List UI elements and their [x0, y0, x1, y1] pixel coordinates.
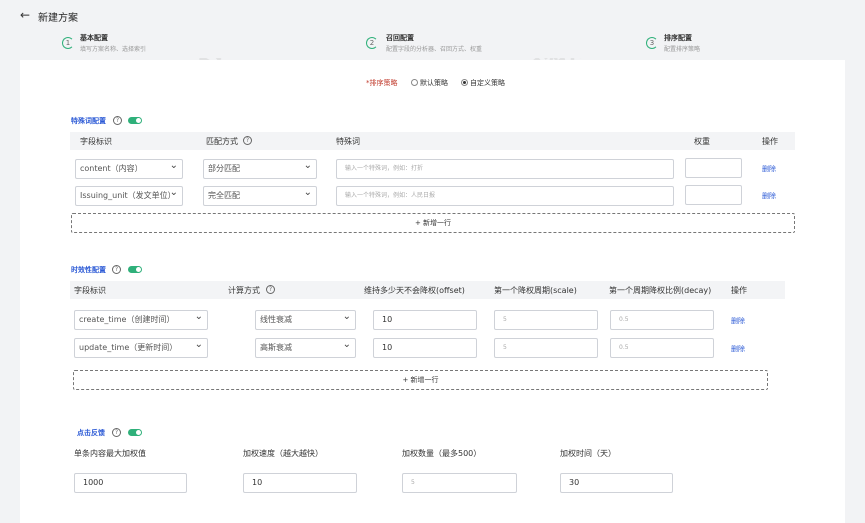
add-row-button[interactable]: + 新增一行 [73, 370, 768, 390]
step-1-sub: 填写方案名称、选择索引 [80, 46, 147, 53]
help-icon[interactable]: ? [112, 265, 121, 274]
help-icon[interactable]: ? [266, 285, 275, 294]
match-select[interactable]: 完全匹配 [203, 186, 317, 206]
step-3-number: 3 [646, 37, 658, 49]
count-input[interactable]: 5 [402, 473, 517, 493]
special-word-input[interactable]: 输入一个特殊词，例如：打折 [336, 159, 674, 179]
time-field-select[interactable]: update_time（更新时间） [74, 338, 208, 358]
special-toggle[interactable] [128, 117, 142, 124]
step-2-number: 2 [366, 37, 378, 49]
help-icon[interactable]: ? [113, 116, 122, 125]
col-op: 操作 [762, 137, 778, 146]
col-field: 字段标识 [80, 137, 112, 146]
special-table-header [70, 132, 795, 150]
strategy-custom-label[interactable]: 自定义策略 [470, 78, 505, 88]
delete-link[interactable]: 删除 [762, 164, 776, 174]
special-word-input[interactable]: 输入一个特殊词，例如：人民日报 [336, 186, 674, 206]
time-section-title: 时效性配置 [71, 266, 106, 274]
label-count: 加权数量（最多500） [402, 449, 482, 458]
col-weight: 权重 [694, 137, 710, 146]
click-toggle[interactable] [128, 429, 142, 436]
max-weight-input[interactable]: 1000 [74, 473, 187, 493]
calc-select[interactable]: 高斯衰减 [255, 338, 356, 358]
weight-input[interactable] [685, 185, 742, 205]
help-icon[interactable]: ? [112, 428, 121, 437]
col-scale: 第一个降权周期(scale) [494, 286, 577, 295]
match-select[interactable]: 部分匹配 [203, 159, 317, 179]
col-decay: 第一个周期降权比例(decay) [609, 286, 712, 295]
strategy-custom-radio[interactable] [461, 79, 468, 86]
offset-input[interactable]: 10 [373, 338, 477, 358]
step-2-sub: 配置字段的分析器、召回方式、权重 [386, 46, 483, 53]
step-3-title: 排序配置 [664, 34, 692, 42]
label-time: 加权时间（天） [560, 449, 616, 458]
help-icon[interactable]: ? [243, 136, 252, 145]
scale-input[interactable]: 5 [494, 338, 598, 358]
speed-input[interactable]: 10 [243, 473, 357, 493]
time-input[interactable]: 30 [560, 473, 673, 493]
time-toggle[interactable] [128, 266, 142, 273]
strategy-label: *排序策略 [366, 79, 398, 87]
step-1-number: 1 [62, 37, 74, 49]
add-row-button[interactable]: + 新增一行 [71, 213, 795, 233]
click-section-title: 点击反馈 [77, 429, 105, 437]
label-speed: 加权速度（越大越快） [243, 449, 323, 458]
strategy-default-label[interactable]: 默认策略 [420, 78, 448, 88]
offset-input[interactable]: 10 [373, 310, 477, 330]
step-3-sub: 配置排序策略 [664, 46, 701, 53]
delete-link[interactable]: 删除 [762, 191, 776, 201]
label-max-weight: 单条内容最大加权值 [74, 449, 146, 458]
col-word: 特殊词 [336, 137, 360, 146]
col-op: 操作 [731, 286, 747, 295]
strategy-default-radio[interactable] [411, 79, 418, 86]
col-calc: 计算方式 [228, 286, 260, 295]
delete-link[interactable]: 删除 [731, 316, 745, 326]
time-field-select[interactable]: create_time（创建时间） [74, 310, 208, 330]
step-2-title: 召回配置 [386, 34, 414, 42]
field-select[interactable]: Issuing_unit（发文单位） [75, 186, 183, 206]
decay-input[interactable]: 0.5 [610, 338, 714, 358]
scale-input[interactable]: 5 [494, 310, 598, 330]
decay-input[interactable]: 0.5 [610, 310, 714, 330]
special-section-title: 特殊词配置 [71, 117, 106, 125]
col-match: 匹配方式 [206, 137, 238, 146]
step-1-title: 基本配置 [80, 34, 108, 42]
arrow-left-icon[interactable]: ← [20, 8, 30, 22]
delete-link[interactable]: 删除 [731, 344, 745, 354]
field-select[interactable]: content（内容） [75, 159, 183, 179]
col-field: 字段标识 [74, 286, 106, 295]
calc-select[interactable]: 线性衰减 [255, 310, 356, 330]
weight-input[interactable] [685, 158, 742, 178]
col-offset: 维持多少天不会降权(offset) [364, 286, 465, 295]
page-title: 新建方案 [38, 13, 78, 24]
